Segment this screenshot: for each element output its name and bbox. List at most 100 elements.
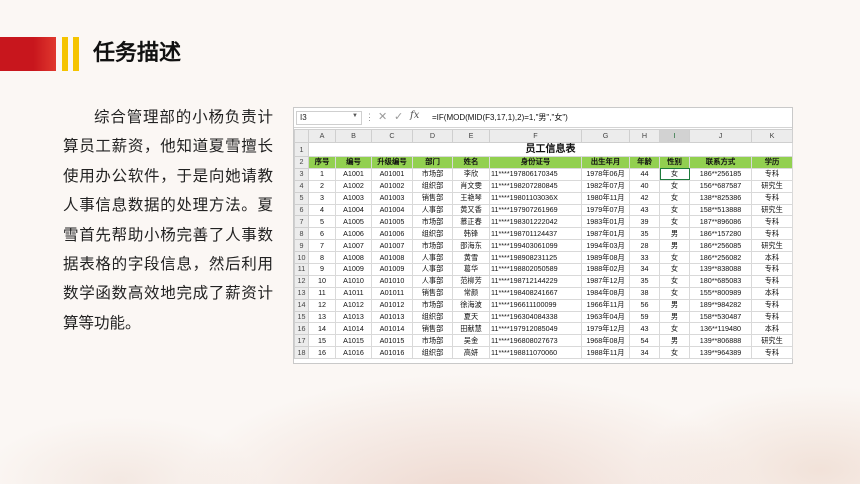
table-cell[interactable]: 34 — [629, 263, 660, 276]
table-cell[interactable]: 16 — [308, 346, 336, 360]
table-cell[interactable]: A01014 — [371, 322, 413, 336]
table-cell[interactable]: 186**256085 — [689, 239, 752, 253]
table-cell[interactable]: A1016 — [335, 346, 372, 360]
table-cell[interactable]: 组织部 — [412, 179, 453, 193]
column-header-f[interactable]: F — [489, 129, 582, 143]
table-cell[interactable]: 39 — [629, 215, 660, 229]
row-header[interactable]: 8 — [294, 227, 309, 241]
row-header[interactable]: 15 — [294, 310, 309, 324]
table-cell[interactable]: 43 — [629, 322, 660, 336]
table-cell[interactable]: 专科 — [751, 346, 793, 360]
formula-input[interactable]: =IF(MOD(MID(F3,17,1),2)=1,"男","女") — [432, 112, 568, 124]
table-cell[interactable]: 女 — [659, 251, 690, 265]
table-cell[interactable]: 1980年11月 — [581, 191, 630, 205]
table-cell[interactable]: A1014 — [335, 322, 372, 336]
table-cell[interactable]: 54 — [629, 334, 660, 348]
table-cell[interactable]: 11****196808027673 — [489, 334, 582, 348]
table-cell[interactable]: 专科 — [751, 191, 793, 205]
row-header[interactable]: 2 — [294, 156, 309, 169]
table-cell[interactable]: 市场部 — [412, 334, 453, 348]
column-header-j[interactable]: J — [689, 129, 752, 143]
column-header-b[interactable]: B — [335, 129, 372, 143]
table-cell[interactable]: 市场部 — [412, 167, 453, 181]
table-cell[interactable]: A01004 — [371, 203, 413, 217]
column-header-cell[interactable]: 学历 — [751, 156, 793, 169]
table-cell[interactable]: A01003 — [371, 191, 413, 205]
table-cell[interactable]: A01013 — [371, 310, 413, 324]
chevron-down-icon[interactable]: ▼ — [352, 113, 358, 119]
table-cell[interactable]: 肖文雯 — [452, 179, 490, 193]
table-cell[interactable]: 4 — [308, 203, 336, 217]
table-cell[interactable]: 本科 — [751, 251, 793, 265]
table-cell[interactable]: 11****196304084338 — [489, 310, 582, 324]
table-cell[interactable]: 11****198811070060 — [489, 346, 582, 360]
table-cell[interactable]: 11****196611100099 — [489, 298, 582, 312]
table-cell[interactable]: 11****198701124437 — [489, 227, 582, 241]
table-cell[interactable]: 女 — [659, 215, 690, 229]
table-cell[interactable]: 136**119480 — [689, 322, 752, 336]
table-cell[interactable]: A01015 — [371, 334, 413, 348]
table-cell[interactable]: A1009 — [335, 263, 372, 276]
table-cell[interactable]: 11****198207280845 — [489, 179, 582, 193]
table-cell[interactable]: A1005 — [335, 215, 372, 229]
column-header-cell[interactable]: 序号 — [308, 156, 336, 169]
table-cell[interactable]: 研究生 — [751, 334, 793, 348]
table-cell[interactable]: 吴金 — [452, 334, 490, 348]
column-header-c[interactable]: C — [371, 129, 413, 143]
column-header-h[interactable]: H — [629, 129, 660, 143]
table-cell[interactable]: 155**800989 — [689, 286, 752, 300]
table-cell[interactable]: A1007 — [335, 239, 372, 253]
row-header[interactable]: 12 — [294, 274, 309, 288]
table-cell[interactable]: A01002 — [371, 179, 413, 193]
function-icon[interactable]: fx — [410, 110, 419, 121]
table-cell[interactable]: A1010 — [335, 274, 372, 288]
table-cell[interactable]: 14 — [308, 322, 336, 336]
table-cell[interactable]: A1008 — [335, 251, 372, 265]
table-cell[interactable]: A1001 — [335, 167, 372, 181]
table-cell[interactable]: 1994年03月 — [581, 239, 630, 253]
table-cell[interactable]: 女 — [659, 322, 690, 336]
table-cell[interactable]: 44 — [629, 167, 660, 181]
table-cell[interactable]: 专科 — [751, 215, 793, 229]
table-cell[interactable]: 1966年11月 — [581, 298, 630, 312]
table-cell[interactable]: 田献慧 — [452, 322, 490, 336]
table-cell[interactable]: 1988年02月 — [581, 263, 630, 276]
table-cell[interactable]: 女 — [659, 179, 690, 193]
column-header-e[interactable]: E — [452, 129, 490, 143]
table-cell[interactable]: 11****19801103036X — [489, 191, 582, 205]
row-header[interactable]: 16 — [294, 322, 309, 336]
column-header-cell[interactable]: 出生年月 — [581, 156, 630, 169]
table-cell[interactable]: 28 — [629, 239, 660, 253]
table-cell[interactable]: 慕正春 — [452, 215, 490, 229]
table-cell[interactable]: 李欣 — [452, 167, 490, 181]
row-header[interactable]: 13 — [294, 286, 309, 300]
table-cell[interactable]: 男 — [659, 310, 690, 324]
table-cell[interactable]: 1 — [308, 167, 336, 181]
table-cell[interactable]: 11****197806170345 — [489, 167, 582, 181]
table-cell[interactable]: 11****199403061099 — [489, 239, 582, 253]
table-cell[interactable]: 研究生 — [751, 239, 793, 253]
table-cell[interactable]: 11****198908231125 — [489, 251, 582, 265]
table-cell[interactable]: 本科 — [751, 322, 793, 336]
table-cell[interactable]: 黄又香 — [452, 203, 490, 217]
row-header[interactable]: 11 — [294, 263, 309, 276]
table-cell[interactable]: 夏天 — [452, 310, 490, 324]
table-cell[interactable]: 11****198301222042 — [489, 215, 582, 229]
row-header[interactable]: 1 — [294, 142, 309, 157]
table-cell[interactable]: 组织部 — [412, 310, 453, 324]
row-header[interactable]: 6 — [294, 203, 309, 217]
table-cell[interactable]: 42 — [629, 191, 660, 205]
table-cell[interactable]: A1006 — [335, 227, 372, 241]
table-cell[interactable]: 女 — [659, 274, 690, 288]
table-cell[interactable]: 7 — [308, 239, 336, 253]
table-cell[interactable]: 138**825386 — [689, 191, 752, 205]
column-header-d[interactable]: D — [412, 129, 453, 143]
column-header-k[interactable]: K — [751, 129, 793, 143]
table-cell[interactable]: 1979年12月 — [581, 322, 630, 336]
column-header-cell[interactable]: 联系方式 — [689, 156, 752, 169]
table-cell[interactable]: 女 — [659, 203, 690, 217]
table-cell[interactable]: 人事部 — [412, 251, 453, 265]
table-cell[interactable]: 男 — [659, 239, 690, 253]
table-cell[interactable]: 专科 — [751, 310, 793, 324]
table-cell[interactable]: 销售部 — [412, 191, 453, 205]
